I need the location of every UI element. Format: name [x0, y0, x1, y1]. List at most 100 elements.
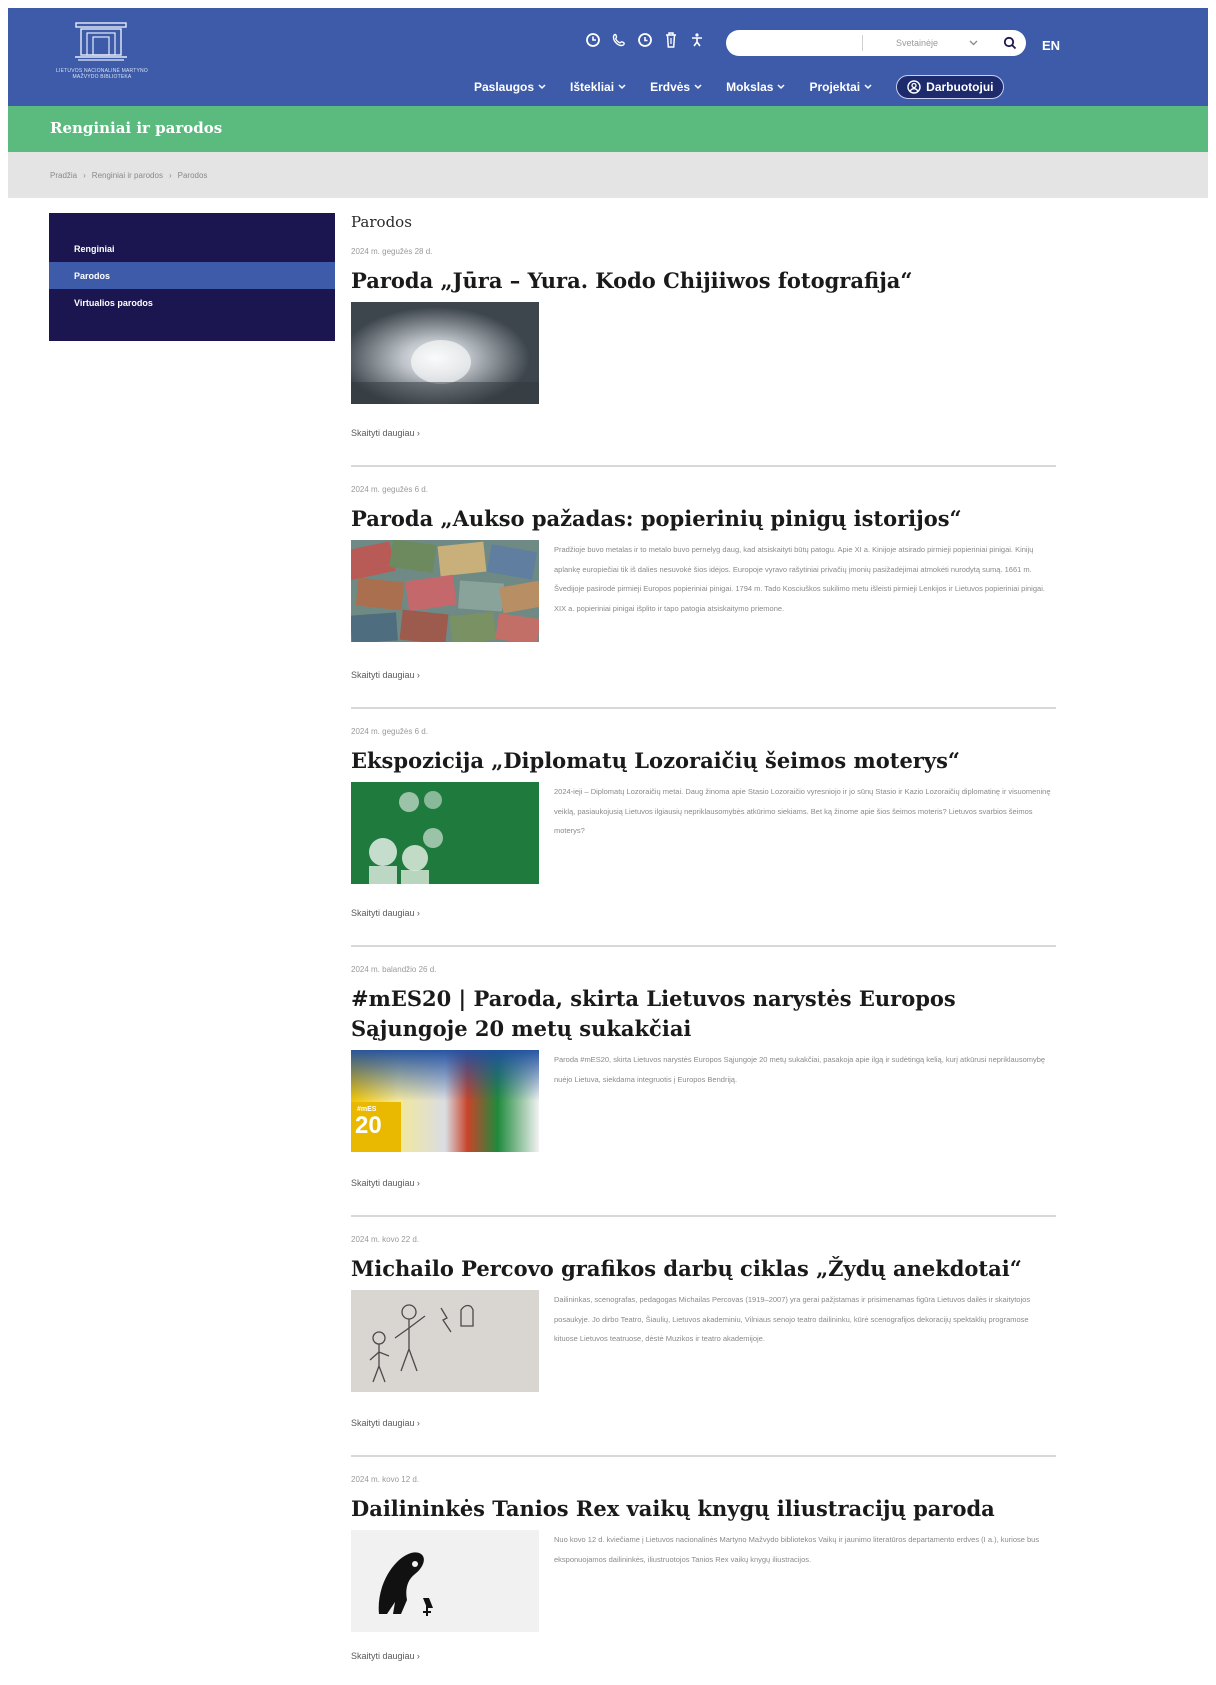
article-excerpt: Paroda #mES20, skirta Lietuvos narystės …: [554, 1055, 1046, 1084]
page-title: Parodos: [351, 213, 412, 231]
article-thumbnail[interactable]: [351, 540, 539, 642]
main-navigation: Paslaugos Ištekliai Erdvės Mokslas Proje…: [474, 75, 1005, 99]
article-title[interactable]: Paroda „Aukso pažadas: popierinių pinigų…: [351, 504, 1056, 534]
chevron-right-icon: ›: [416, 1418, 420, 1428]
read-more-link[interactable]: Skaityti daugiau ›: [351, 1418, 420, 1428]
chevron-right-icon: ›: [416, 908, 420, 918]
breadcrumb-events[interactable]: Renginiai ir parodos: [92, 171, 163, 180]
article-card: 2024 m. kovo 22 d. Michailo Percovo graf…: [351, 1217, 1056, 1457]
read-more-label: Skaityti daugiau: [351, 1418, 415, 1428]
search-bar: Svetainėje: [726, 30, 1026, 56]
breadcrumb-home[interactable]: Pradžia: [50, 171, 77, 180]
article-title[interactable]: #mES20 | Paroda, skirta Lietuvos narystė…: [351, 984, 1056, 1044]
chevron-right-icon: ›: [416, 1651, 420, 1661]
article-card: 2024 m. kovo 12 d. Dailininkės Tanios Re…: [351, 1457, 1056, 1667]
article-body: Dailininkas, scenografas, pedagogas Mich…: [351, 1290, 1056, 1394]
sidebar-item-label: Renginiai: [74, 243, 115, 254]
sidebar-item-parodos[interactable]: Parodos: [49, 262, 335, 289]
section-title-band: Renginiai ir parodos: [8, 106, 1208, 152]
article-card: 2024 m. balandžio 26 d. #mES20 | Paroda,…: [351, 947, 1056, 1217]
chevron-down-icon: [618, 84, 626, 90]
article-date: 2024 m. gegužės 28 d.: [351, 247, 433, 256]
article-thumbnail[interactable]: [351, 302, 539, 404]
chevron-right-icon: ›: [416, 428, 420, 438]
clock-icon[interactable]: [583, 30, 603, 50]
chevron-down-icon: [694, 84, 702, 90]
nav-item-label: Paslaugos: [474, 80, 535, 94]
read-more-link[interactable]: Skaityti daugiau ›: [351, 428, 420, 438]
article-date: 2024 m. gegužės 6 d.: [351, 727, 428, 736]
accessibility-icon[interactable]: [687, 30, 707, 50]
language-switch[interactable]: EN: [1042, 38, 1060, 53]
section-title: Renginiai ir parodos: [50, 119, 223, 137]
phone-icon[interactable]: [609, 30, 629, 50]
read-more-label: Skaityti daugiau: [351, 428, 415, 438]
nav-item-paslaugos[interactable]: Paslaugos: [474, 80, 546, 94]
trash-icon[interactable]: [661, 30, 681, 50]
user-circle-icon: [907, 80, 921, 94]
nav-item-label: Erdvės: [650, 80, 691, 94]
article-body: Pradžioje buvo metalas ir to metalo buvo…: [351, 540, 1056, 644]
breadcrumb-separator-icon: ›: [168, 170, 172, 180]
chevron-down-icon: [538, 84, 546, 90]
chevron-down-icon: [777, 84, 785, 90]
search-button[interactable]: [1000, 33, 1020, 53]
article-body: #mES 20 Paroda #mES20, skirta Lietuvos n…: [351, 1050, 1056, 1154]
chevron-right-icon: ›: [416, 670, 420, 680]
sidebar-item-label: Parodos: [74, 270, 111, 281]
article-title[interactable]: Paroda „Jūra – Yura. Kodo Chijiiwos foto…: [351, 266, 1056, 296]
sidebar-nav: Renginiai Parodos Virtualios parodos: [49, 213, 335, 341]
breadcrumb-separator-icon: ›: [83, 170, 86, 180]
read-more-link[interactable]: Skaityti daugiau ›: [351, 1178, 420, 1188]
staff-button[interactable]: Darbuotojui: [896, 75, 1005, 99]
nav-item-projektai[interactable]: Projektai: [809, 80, 872, 94]
main-content: Parodos 2024 m. gegužės 28 d. Paroda „Jū…: [351, 213, 1056, 1667]
article-date: 2024 m. gegužės 6 d.: [351, 485, 428, 494]
article-date: 2024 m. kovo 22 d.: [351, 1235, 420, 1244]
search-scope-select[interactable]: Svetainėje: [876, 30, 986, 56]
search-scope-value: Svetainėje: [896, 38, 939, 48]
staff-button-label: Darbuotojui: [926, 80, 994, 94]
read-more-link[interactable]: Skaityti daugiau ›: [351, 1651, 420, 1661]
info-clock-icon[interactable]: [635, 30, 655, 50]
nav-item-istekliai[interactable]: Ištekliai: [570, 80, 626, 94]
article-body: [351, 302, 1056, 406]
breadcrumb: Pradžia › Renginiai ir parodos › Parodos: [8, 152, 1208, 198]
article-thumbnail[interactable]: [351, 1530, 539, 1632]
article-excerpt: Nuo kovo 12 d. kviečiame į Lietuvos naci…: [554, 1535, 1040, 1564]
nav-item-label: Mokslas: [726, 80, 774, 94]
article-card: 2024 m. gegužės 28 d. Paroda „Jūra – Yur…: [351, 247, 1056, 467]
nav-item-erdves[interactable]: Erdvės: [650, 80, 702, 94]
site-header: LIETUVOS NACIONALINĖ MARTYNO MAŽVYDO BIB…: [8, 8, 1208, 106]
article-title[interactable]: Ekspozicija „Diplomatų Lozoraičių šeimos…: [351, 746, 1056, 776]
article-thumbnail[interactable]: [351, 1290, 539, 1392]
article-thumbnail[interactable]: #mES 20: [351, 1050, 539, 1152]
breadcrumb-current: Parodos: [177, 170, 208, 180]
sidebar-item-renginiai[interactable]: Renginiai: [49, 235, 335, 262]
library-logo[interactable]: LIETUVOS NACIONALINĖ MARTYNO MAŽVYDO BIB…: [52, 22, 152, 92]
read-more-label: Skaityti daugiau: [351, 670, 415, 680]
search-input[interactable]: [738, 33, 858, 53]
read-more-label: Skaityti daugiau: [351, 1178, 415, 1188]
nav-item-label: Projektai: [809, 80, 861, 94]
article-thumbnail[interactable]: [351, 782, 539, 884]
article-body: Nuo kovo 12 d. kviečiame į Lietuvos naci…: [351, 1530, 1056, 1634]
article-excerpt: Pradžioje buvo metalas ir to metalo buvo…: [554, 545, 1045, 613]
article-body: 2024-ieji – Diplomatų Lozoraičių metai. …: [351, 782, 1056, 886]
thumbnail-badge: #mES 20: [351, 1102, 401, 1152]
chevron-down-icon: [864, 84, 872, 90]
sidebar-item-virtualios-parodos[interactable]: Virtualios parodos: [49, 289, 335, 316]
read-more-label: Skaityti daugiau: [351, 1651, 415, 1661]
article-title[interactable]: Michailo Percovo grafikos darbų ciklas „…: [351, 1254, 1056, 1284]
read-more-link[interactable]: Skaityti daugiau ›: [351, 908, 420, 918]
search-divider: [862, 35, 863, 51]
article-excerpt: Dailininkas, scenografas, pedagogas Mich…: [554, 1295, 1031, 1343]
utility-icons: [583, 29, 707, 51]
nav-item-mokslas[interactable]: Mokslas: [726, 80, 785, 94]
read-more-link[interactable]: Skaityti daugiau ›: [351, 670, 420, 680]
logo-text: LIETUVOS NACIONALINĖ MARTYNO MAŽVYDO BIB…: [56, 68, 148, 80]
article-card: 2024 m. gegužės 6 d. Ekspozicija „Diplom…: [351, 709, 1056, 947]
library-building-icon: [75, 22, 127, 61]
article-title[interactable]: Dailininkės Tanios Rex vaikų knygų ilius…: [351, 1494, 1056, 1524]
article-card: 2024 m. gegužės 6 d. Paroda „Aukso pažad…: [351, 467, 1056, 709]
